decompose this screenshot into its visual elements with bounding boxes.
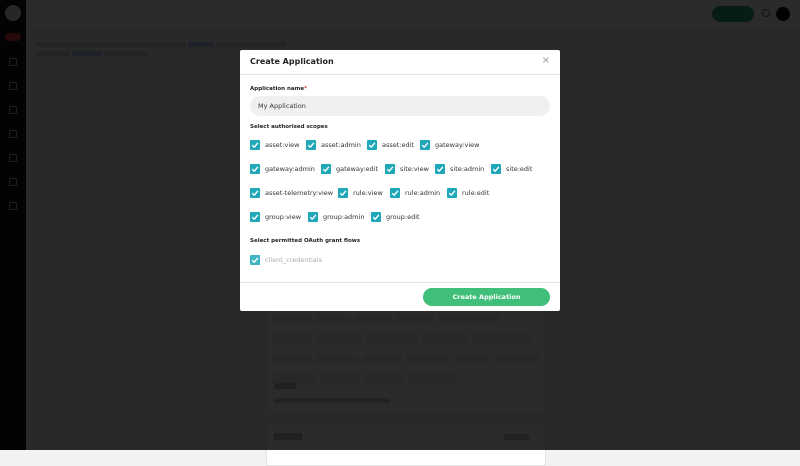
checkbox-checked-icon xyxy=(435,164,445,174)
modal-footer-divider xyxy=(240,282,560,283)
scope-label: asset:view xyxy=(265,141,300,149)
scopes-label: Select authorised scopes xyxy=(250,124,328,130)
scope-label: rule:view xyxy=(353,189,383,197)
checkbox-checked-icon xyxy=(367,140,377,150)
checkbox-checked-icon xyxy=(420,140,430,150)
checkbox-checked-icon xyxy=(250,164,260,174)
create-application-button[interactable]: Create Application xyxy=(423,288,550,306)
close-icon[interactable]: × xyxy=(542,56,550,66)
checkbox-checked-icon xyxy=(338,188,348,198)
scope-label: gateway:admin xyxy=(265,165,315,173)
checkbox-checked-icon xyxy=(385,164,395,174)
checkbox-checked-icon xyxy=(491,164,501,174)
application-name-input[interactable] xyxy=(250,96,550,116)
checkbox-checked-icon xyxy=(250,212,260,222)
grant-flows-label: Select permitted OAuth grant flows xyxy=(250,238,361,244)
scope-label: group:view xyxy=(265,213,302,221)
scope-label: gateway:view xyxy=(435,141,480,149)
checkbox-checked-icon xyxy=(371,212,381,222)
scope-label: group:edit xyxy=(386,213,420,221)
checkbox-checked-icon xyxy=(250,188,260,198)
scope-label: asset:edit xyxy=(382,141,414,149)
application-name-label: Application name* xyxy=(250,86,307,92)
scope-label: site:edit xyxy=(506,165,533,173)
scope-label: gateway:edit xyxy=(336,165,378,173)
checkbox-checked-icon xyxy=(390,188,400,198)
checkbox-checked-icon xyxy=(321,164,331,174)
create-application-modal: Create Application × Application name* S… xyxy=(240,50,560,311)
scope-label: site:admin xyxy=(450,165,485,173)
scope-label: group:admin xyxy=(323,213,365,221)
scope-label: asset-telemetry:view xyxy=(265,189,334,197)
checkbox-checked-icon xyxy=(308,212,318,222)
scope-label: site:view xyxy=(400,165,429,173)
modal-title: Create Application xyxy=(250,57,334,66)
scope-label: asset:admin xyxy=(321,141,361,149)
modal-header: Create Application × xyxy=(240,50,560,75)
grant-label: client_credentials xyxy=(265,256,322,264)
checkbox-checked-icon xyxy=(250,140,260,150)
scope-label: rule:admin xyxy=(405,189,441,197)
checkbox-checked-icon xyxy=(250,255,260,265)
scope-label: rule:edit xyxy=(462,189,490,197)
checkbox-checked-icon xyxy=(447,188,457,198)
checkbox-checked-icon xyxy=(306,140,316,150)
